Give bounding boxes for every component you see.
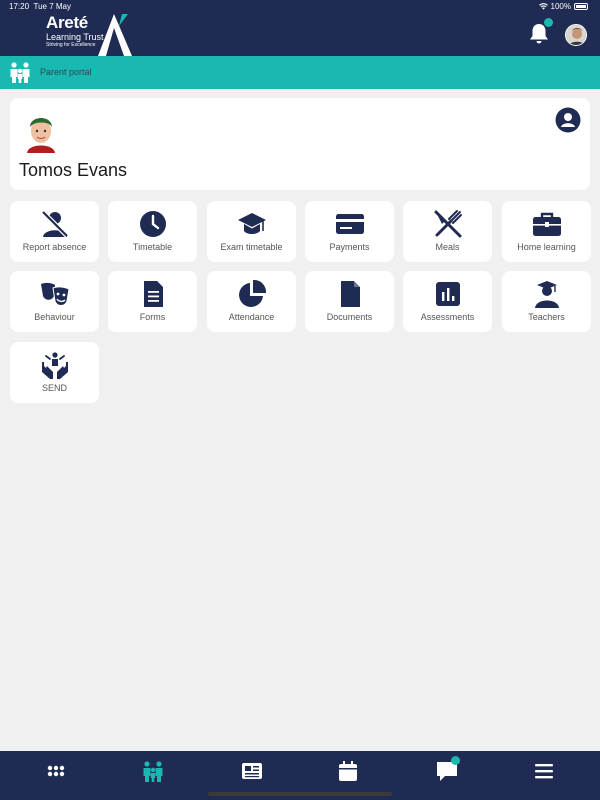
grid-icon[interactable] [44, 759, 68, 783]
tile-behaviour[interactable]: Behaviour [10, 271, 99, 332]
calendar-icon[interactable] [336, 759, 360, 783]
student-photo-image [24, 109, 58, 153]
tile-label: Timetable [132, 242, 173, 252]
tile-label: Behaviour [34, 312, 75, 322]
logo-mark-icon [98, 14, 132, 56]
tile-label: Meals [435, 242, 460, 252]
user-avatar[interactable] [565, 24, 587, 46]
wifi-icon [538, 3, 548, 10]
student-photo [24, 109, 58, 153]
cutlery-icon [434, 210, 462, 238]
tile-label: Home learning [517, 242, 576, 252]
logo-tagline: Striving for Excellence [46, 42, 96, 48]
family-icon [10, 62, 30, 83]
newspaper-icon[interactable] [240, 759, 264, 783]
tile-label: Forms [139, 312, 166, 322]
tile-label: Teachers [528, 312, 565, 322]
tile-meals[interactable]: Meals [403, 201, 492, 262]
card-icon [336, 214, 364, 234]
trust-logo: Areté Learning Trust Striving for Excell… [46, 13, 104, 49]
tile-report-absence[interactable]: Report absence [10, 201, 99, 262]
student-card[interactable]: Tomos Evans [10, 98, 590, 190]
battery-percent: 100% [550, 2, 571, 11]
tile-forms[interactable]: Forms [108, 271, 197, 332]
status-time: 17:20 Tue 7 May [9, 2, 71, 11]
avatar-icon [566, 25, 586, 45]
chat-badge [451, 756, 460, 765]
tile-attendance[interactable]: Attendance [207, 271, 296, 332]
care-hands-icon [42, 352, 68, 379]
menu-icon[interactable] [532, 759, 556, 783]
tile-timetable[interactable]: Timetable [108, 201, 197, 262]
tile-payments[interactable]: Payments [305, 201, 394, 262]
tile-exam-timetable[interactable]: Exam timetable [207, 201, 296, 262]
notification-badge [544, 18, 553, 27]
tile-documents[interactable]: Documents [305, 271, 394, 332]
family-icon[interactable] [141, 759, 165, 783]
tile-assessments[interactable]: Assessments [403, 271, 492, 332]
app-header: 17:20 Tue 7 May 100% Areté Learning Trus… [0, 0, 600, 56]
home-indicator [208, 792, 392, 796]
tile-label: Documents [326, 312, 373, 322]
tile-label: Report absence [22, 242, 87, 252]
teacher-icon [535, 281, 559, 308]
file-icon [341, 281, 360, 307]
tile-send[interactable]: SEND [10, 342, 99, 403]
clock-icon [140, 211, 166, 237]
masks-icon [41, 282, 70, 306]
tile-label: Attendance [228, 312, 275, 322]
logo-title: Areté [46, 13, 88, 32]
user-circle-icon[interactable] [555, 107, 581, 133]
portal-bar: Parent portal [0, 56, 600, 89]
tile-label: Payments [329, 242, 370, 252]
tile-teachers[interactable]: Teachers [502, 271, 591, 332]
portal-label: Parent portal [40, 67, 92, 77]
tile-label: Exam timetable [220, 242, 283, 252]
tile-home-learning[interactable]: Home learning [502, 201, 591, 262]
tile-label: SEND [41, 383, 67, 393]
bar-chart-icon [436, 282, 460, 306]
student-name: Tomos Evans [19, 160, 128, 180]
battery-icon [574, 3, 588, 10]
status-indicators: 100% [538, 2, 588, 11]
absence-icon [41, 210, 69, 238]
pie-chart-icon [239, 279, 267, 307]
logo-subtitle: Learning Trust [46, 32, 104, 42]
document-lines-icon [144, 281, 163, 307]
tile-label: Assessments [420, 312, 475, 322]
briefcase-icon [533, 212, 561, 236]
graduation-cap-icon [238, 213, 266, 234]
